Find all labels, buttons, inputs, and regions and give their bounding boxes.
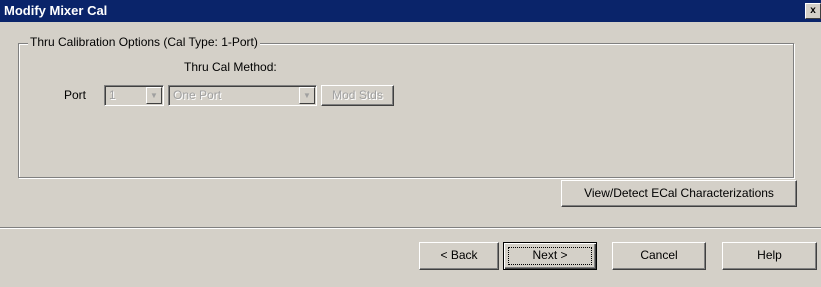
thru-calibration-options-group [18,43,794,178]
close-icon[interactable]: x [805,3,821,19]
port-label: Port [64,88,87,102]
port-select-value: 1 [109,88,116,102]
window-title: Modify Mixer Cal [4,3,108,18]
back-button[interactable]: < Back [419,242,499,270]
port-select[interactable]: 1 ▼ [104,85,164,106]
mod-stds-button[interactable]: Mod Stds [321,85,394,106]
title-bar: Modify Mixer Cal x [0,0,821,22]
group-legend: Thru Calibration Options (Cal Type: 1-Po… [28,35,260,49]
help-button[interactable]: Help [722,242,817,270]
thru-cal-method-label: Thru Cal Method: [184,60,277,74]
next-button[interactable]: Next > [503,242,597,270]
chevron-down-icon[interactable]: ▼ [299,87,315,104]
cancel-button[interactable]: Cancel [612,242,706,270]
thru-cal-method-select[interactable]: One Port ▼ [168,85,317,106]
view-detect-ecal-button[interactable]: View/Detect ECal Characterizations [561,180,797,207]
chevron-down-icon[interactable]: ▼ [146,87,162,104]
footer-separator [0,227,821,229]
next-button-label: Next > [532,248,568,262]
thru-cal-method-value: One Port [173,88,222,102]
